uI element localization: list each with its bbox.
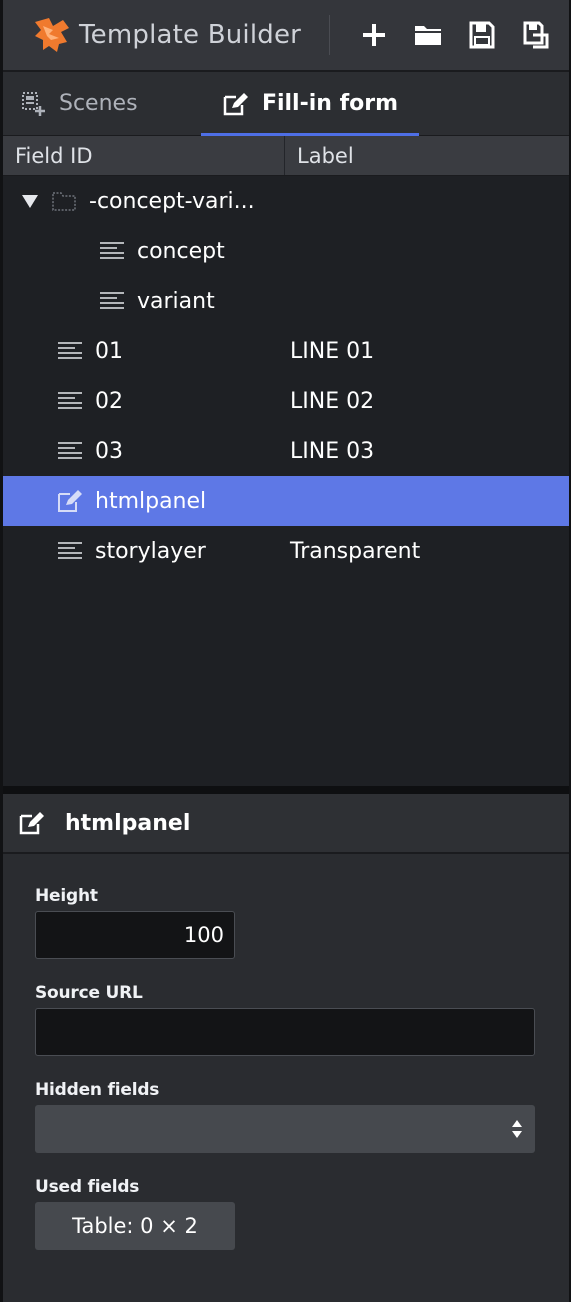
expand-triangle-icon[interactable] — [19, 190, 41, 212]
tree-row-id: variant — [137, 288, 215, 314]
text-field-icon — [55, 536, 85, 566]
save-template-button[interactable] — [460, 13, 504, 57]
plus-icon — [363, 24, 386, 46]
source-url-input[interactable] — [35, 1008, 535, 1056]
detail-title: htmlpanel — [65, 810, 191, 836]
tab-bar: Scenes Fill-in form — [3, 72, 569, 136]
new-template-button[interactable] — [352, 13, 396, 57]
column-label[interactable]: Label — [285, 136, 354, 175]
tab-fill-in-form[interactable]: Fill-in form — [201, 72, 419, 136]
height-label: Height — [35, 886, 98, 906]
html-panel-icon — [55, 486, 85, 516]
edit-form-icon — [223, 92, 248, 115]
text-field-icon — [55, 386, 85, 416]
tree-row-id: htmlpanel — [95, 488, 207, 514]
field-tree: -concept-vari... concept variant 01 LINE… — [3, 176, 569, 786]
tree-row-03[interactable]: 03 LINE 03 — [3, 426, 569, 476]
tree-row-id: 03 — [95, 438, 123, 464]
tree-row-01[interactable]: 01 LINE 01 — [3, 326, 569, 376]
title-bar: Template Builder — [3, 0, 569, 72]
tree-row-id: concept — [137, 238, 225, 264]
used-fields-table-button[interactable]: Table: 0 × 2 — [35, 1202, 235, 1250]
detail-header: htmlpanel — [3, 794, 569, 854]
panel-splitter[interactable] — [3, 786, 569, 794]
tree-row-id: 02 — [95, 388, 123, 414]
text-field-icon — [97, 286, 127, 316]
tree-column-header: Field ID Label — [3, 136, 569, 176]
scenes-icon — [22, 91, 45, 116]
tree-row-id: 01 — [95, 338, 123, 364]
tree-row-label: LINE 01 — [290, 338, 375, 364]
tab-fill-in-form-label: Fill-in form — [261, 91, 399, 116]
select-arrows-icon — [512, 1120, 522, 1138]
app-title: Template Builder — [79, 20, 302, 50]
tree-row-02[interactable]: 02 LINE 02 — [3, 376, 569, 426]
tab-scenes-label: Scenes — [59, 91, 138, 116]
hidden-fields-label: Hidden fields — [35, 1080, 160, 1100]
template-builder-logo-icon — [35, 18, 69, 52]
tree-row-label: Transparent — [290, 538, 421, 564]
open-template-button[interactable] — [406, 13, 450, 57]
tree-row-htmlpanel[interactable]: htmlpanel — [3, 476, 569, 526]
tree-row-variant[interactable]: variant — [3, 276, 569, 326]
text-field-icon — [97, 236, 127, 266]
height-input[interactable]: 100 — [35, 911, 235, 959]
folder-icon — [49, 186, 79, 216]
template-builder-panel: Template Builder Scenes Fill-in form Fie… — [0, 0, 571, 1302]
tree-row-label: LINE 02 — [290, 388, 375, 414]
html-panel-icon — [17, 808, 47, 838]
column-field-id[interactable]: Field ID — [3, 136, 285, 175]
tree-row-storylayer[interactable]: storylayer Transparent — [3, 526, 569, 576]
save-as-icon — [523, 21, 549, 49]
tree-row-concept[interactable]: concept — [3, 226, 569, 276]
text-field-icon — [55, 336, 85, 366]
text-field-icon — [55, 436, 85, 466]
toolbar-separator — [329, 15, 331, 55]
tree-row-label: LINE 03 — [290, 438, 375, 464]
save-as-template-button[interactable] — [514, 13, 558, 57]
source-url-label: Source URL — [35, 983, 143, 1003]
used-fields-label: Used fields — [35, 1177, 140, 1197]
tree-row-folder[interactable]: -concept-vari... — [3, 176, 569, 226]
properties-form: Height 100 Source URL Hidden fields Used… — [3, 854, 569, 1250]
tree-row-id: storylayer — [95, 538, 206, 564]
tab-scenes[interactable]: Scenes — [21, 72, 201, 135]
tree-row-id: -concept-vari... — [89, 188, 255, 214]
folder-icon — [415, 26, 442, 45]
save-icon — [469, 21, 495, 49]
hidden-fields-select[interactable] — [35, 1105, 535, 1153]
